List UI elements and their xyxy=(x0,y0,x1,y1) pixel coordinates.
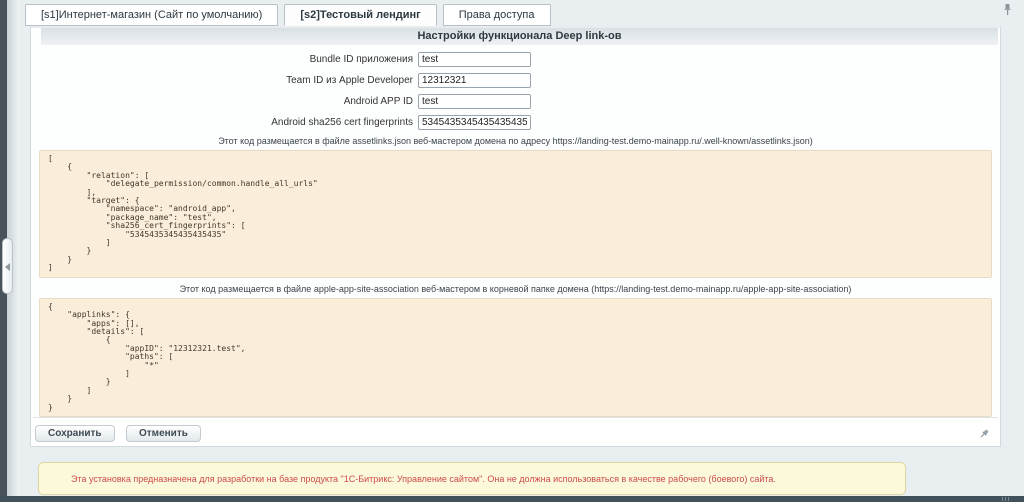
tab-test-landing[interactable]: [s2]Тестовый лендинг xyxy=(284,4,436,26)
sidebar-collapse-handle[interactable] xyxy=(2,238,13,294)
android-app-id-label: Android APP ID xyxy=(33,96,418,107)
tab-site-default[interactable]: [s1]Интернет-магазин (Сайт по умолчанию) xyxy=(25,4,278,26)
sha256-input[interactable] xyxy=(418,115,531,130)
field-row-team-id: Team ID из Apple Developer xyxy=(33,73,998,88)
settings-form-panel: Настройки функционала Deep link-ов Bundl… xyxy=(30,26,1001,447)
field-row-bundle-id: Bundle ID приложения xyxy=(33,52,998,67)
form-fields: Bundle ID приложения Team ID из Apple De… xyxy=(33,45,998,130)
sha256-label: Android sha256 cert fingerprints xyxy=(33,117,418,128)
team-id-input[interactable] xyxy=(418,73,531,88)
assetlinks-code: [ { "relation": [ "delegate_permission/c… xyxy=(48,155,983,273)
pin-icon[interactable] xyxy=(1002,3,1013,16)
bundle-id-input[interactable] xyxy=(418,52,531,67)
team-id-label: Team ID из Apple Developer xyxy=(33,75,418,86)
tab-access-rights[interactable]: Права доступа xyxy=(443,4,551,26)
settings-form-body: Настройки функционала Deep link-ов Bundl… xyxy=(33,28,998,418)
bottom-panel-edge xyxy=(0,496,1024,502)
form-tabs: [s1]Интернет-магазин (Сайт по умолчанию)… xyxy=(25,4,557,26)
panel-grip-icon xyxy=(1002,497,1010,501)
apple-association-code-block: { "applinks": { "apps": [], "details": [… xyxy=(39,298,992,417)
form-footer: Сохранить Отменить xyxy=(31,418,1000,446)
trial-warning-banner: Эта установка предназначена для разработ… xyxy=(38,462,906,495)
apple-association-code: { "applinks": { "apps": [], "details": [… xyxy=(48,303,983,412)
form-settings-pin-icon[interactable] xyxy=(978,428,990,440)
field-row-android-app-id: Android APP ID xyxy=(33,94,998,109)
field-row-sha256: Android sha256 cert fingerprints xyxy=(33,115,998,130)
android-app-id-input[interactable] xyxy=(418,94,531,109)
cancel-button[interactable]: Отменить xyxy=(126,425,201,442)
save-button[interactable]: Сохранить xyxy=(35,425,115,442)
bundle-id-label: Bundle ID приложения xyxy=(33,54,418,65)
assetlinks-note: Этот код размещается в файле assetlinks.… xyxy=(33,136,998,146)
form-section-header: Настройки функционала Deep link-ов xyxy=(41,28,998,45)
chevron-left-icon xyxy=(5,263,10,271)
trial-warning-text: Эта установка предназначена для разработ… xyxy=(71,474,776,484)
assetlinks-code-block: [ { "relation": [ "delegate_permission/c… xyxy=(39,150,992,278)
apple-association-note: Этот код размещается в файле apple-app-s… xyxy=(33,284,998,294)
